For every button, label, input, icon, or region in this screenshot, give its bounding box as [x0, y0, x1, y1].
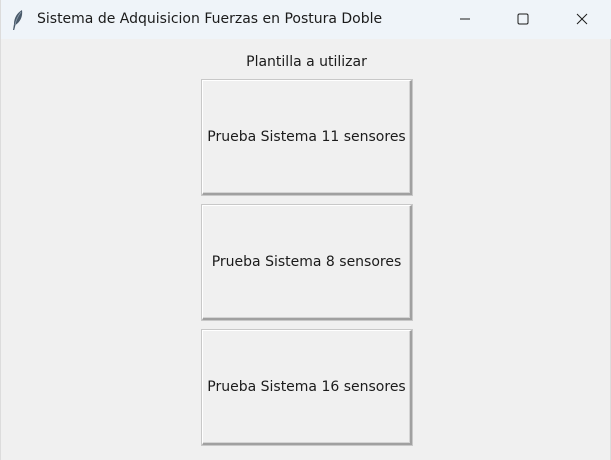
title-bar[interactable]: Sistema de Adquisicion Fuerzas en Postur… — [1, 0, 611, 39]
button-label: Prueba Sistema 11 sensores — [207, 129, 406, 145]
app-window: Sistema de Adquisicion Fuerzas en Postur… — [0, 0, 611, 460]
test-11-sensors-button[interactable]: Prueba Sistema 11 sensores — [202, 80, 412, 195]
feather-icon — [11, 9, 25, 31]
button-label: Prueba Sistema 16 sensores — [207, 379, 406, 395]
maximize-button[interactable] — [494, 0, 552, 39]
window-title: Sistema de Adquisicion Fuerzas en Postur… — [37, 11, 383, 27]
minimize-icon — [459, 10, 471, 29]
minimize-button[interactable] — [436, 0, 494, 39]
main-content: Plantilla a utilizar Prueba Sistema 11 s… — [1, 39, 611, 460]
button-label: Prueba Sistema 8 sensores — [211, 254, 402, 270]
test-16-sensors-button[interactable]: Prueba Sistema 16 sensores — [202, 330, 412, 445]
close-button[interactable] — [553, 0, 611, 39]
test-8-sensors-button[interactable]: Prueba Sistema 8 sensores — [202, 205, 412, 320]
maximize-icon — [517, 10, 529, 29]
close-icon — [576, 10, 588, 29]
template-prompt-label: Plantilla a utilizar — [246, 54, 367, 70]
